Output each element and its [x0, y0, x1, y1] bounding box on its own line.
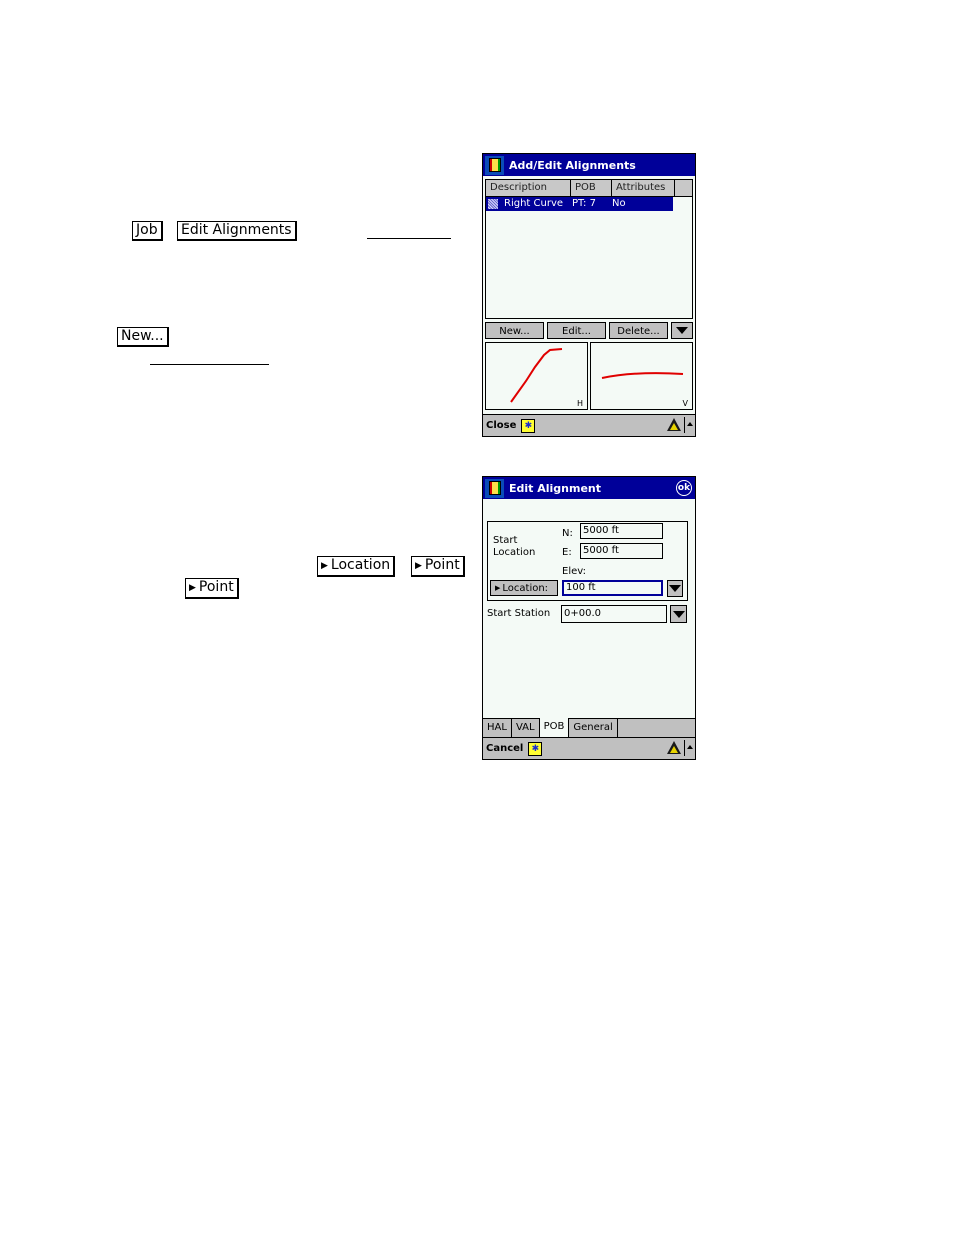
edit-alignments-key: Edit Alignments [177, 221, 297, 241]
ok-button[interactable]: ok [676, 480, 692, 496]
location-button-label: Location: [502, 583, 549, 594]
start-station-label: Start Station [487, 608, 551, 619]
point-key-label: Point [198, 579, 234, 595]
bottom-bar: Cancel ✱ [483, 737, 695, 759]
e-label: E: [562, 547, 572, 558]
button-row: New... Edit... Delete... [483, 319, 695, 339]
chevron-down-icon [676, 327, 688, 334]
list-header: Description POB Attributes [486, 180, 692, 197]
row-attributes: No [612, 198, 626, 209]
start-station-input[interactable]: 0+00.0 [561, 605, 667, 623]
alignment-icon [488, 199, 498, 209]
horizontal-preview: H [485, 342, 588, 410]
tab-val[interactable]: VAL [512, 719, 540, 737]
star-icon[interactable]: ✱ [521, 418, 536, 433]
triangle-right-icon: ▶ [189, 583, 196, 593]
start-station-dropdown-button[interactable] [670, 605, 687, 623]
triangle-right-icon: ▶ [495, 584, 501, 592]
sip-arrow-icon[interactable] [687, 745, 693, 749]
alignments-list[interactable]: Description POB Attributes Right Curve P… [485, 179, 693, 319]
more-dropdown-button[interactable] [671, 322, 693, 339]
add-edit-alignments-screen: Add/Edit Alignments Description POB Attr… [482, 153, 696, 437]
tab-bar: HAL VAL POB General [483, 718, 695, 737]
elevation-dropdown-button[interactable] [667, 580, 683, 597]
blank-underline [367, 238, 451, 239]
warning-triangle-icon[interactable] [667, 741, 681, 754]
screen-title: Add/Edit Alignments [509, 158, 636, 172]
title-bar: Edit Alignment ok [483, 477, 695, 499]
edit-alignment-screen: Edit Alignment ok Start Location N: 5000… [482, 476, 696, 760]
tab-pob[interactable]: POB [539, 718, 570, 737]
row-pob: PT: 7 [572, 198, 596, 209]
delete-button[interactable]: Delete... [609, 322, 668, 339]
delete-button-label: Delete... [617, 326, 660, 337]
column-header-attributes[interactable]: Attributes [612, 180, 675, 196]
location-key-label: Location [330, 557, 391, 573]
new-button[interactable]: New... [485, 322, 544, 339]
screen-title: Edit Alignment [509, 481, 602, 495]
chevron-down-icon [672, 610, 685, 618]
triangle-right-icon: ▶ [321, 561, 328, 571]
elev-label: Elev: [562, 566, 586, 577]
job-key: Job [132, 221, 163, 241]
easting-input[interactable]: 5000 ft [580, 543, 663, 559]
triangle-right-icon: ▶ [415, 561, 422, 571]
column-header-pob[interactable]: POB [571, 180, 612, 196]
divider [684, 417, 685, 433]
start-location-label: Start Location [493, 535, 536, 558]
app-icon[interactable] [485, 155, 504, 175]
app-icon[interactable] [485, 478, 504, 498]
warning-triangle-icon[interactable] [667, 418, 681, 431]
tab-general[interactable]: General [569, 719, 618, 737]
location-button[interactable]: ▶ Location: [490, 580, 558, 596]
new-button-label: New... [499, 326, 530, 337]
blank-underline [150, 364, 269, 365]
northing-input[interactable]: 5000 ft [580, 523, 663, 539]
sip-arrow-icon[interactable] [687, 422, 693, 426]
edit-button-label: Edit... [562, 326, 591, 337]
close-button[interactable]: Close [486, 420, 516, 431]
star-icon[interactable]: ✱ [528, 741, 543, 756]
elevation-input[interactable]: 100 ft [562, 580, 663, 596]
preview-panes: H V [483, 339, 695, 413]
horizontal-label: H [576, 399, 583, 408]
horizontal-curve [510, 348, 563, 403]
vertical-curve-plot [601, 372, 684, 379]
point-key: ▶ Point [411, 556, 465, 577]
bottom-bar: Close ✱ [483, 414, 695, 436]
row-description: Right Curve [504, 198, 564, 209]
point-key: ▶ Point [185, 578, 239, 599]
chevron-down-icon [669, 585, 681, 592]
n-label: N: [562, 528, 573, 539]
cancel-button[interactable]: Cancel [486, 743, 523, 754]
list-row[interactable]: Right Curve PT: 7 No [486, 197, 673, 211]
point-key-label: Point [424, 557, 460, 573]
vertical-curve [601, 372, 684, 379]
start-location-group: Start Location N: 5000 ft E: 5000 ft Ele… [487, 521, 688, 601]
new-key: New... [117, 327, 169, 347]
tab-hal[interactable]: HAL [483, 719, 512, 737]
vertical-preview: V [590, 342, 693, 410]
column-header-description[interactable]: Description [486, 180, 571, 196]
edit-button[interactable]: Edit... [547, 322, 606, 339]
divider [684, 740, 685, 756]
title-bar: Add/Edit Alignments [483, 154, 695, 176]
vertical-label: V [682, 399, 688, 408]
horizontal-curve-plot [510, 348, 563, 403]
location-key: ▶ Location [317, 556, 396, 577]
